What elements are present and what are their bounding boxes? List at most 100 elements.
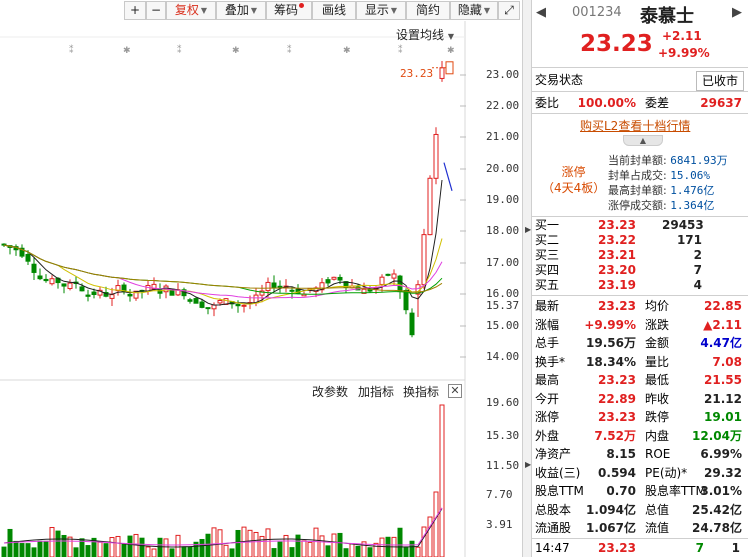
toolbar-button-label: 隐藏 (457, 3, 482, 17)
stat-label: 涨停 (535, 410, 560, 424)
stat-label: ROE (645, 447, 671, 461)
stat-value: 21.55 (704, 373, 742, 387)
indicator-menu-item-2[interactable]: 换指标 (403, 383, 439, 400)
volume-bar (433, 491, 439, 557)
volume-bar (211, 527, 217, 557)
stat-value: 0.594 (598, 465, 636, 480)
volume-bar (415, 546, 421, 557)
limit-up-box: 涨停 （4天4板） 当前封单额: 6841.93万 封单占成交: 15.06% 最高… (532, 148, 748, 216)
latest-price-tag: 23.23 (400, 67, 434, 80)
stat-row: 最高 23.23 最低 21.55 (532, 371, 748, 389)
divider (532, 91, 748, 92)
stat-label: 今开 (535, 391, 560, 406)
candle-body (31, 263, 37, 273)
candle-body (331, 276, 337, 280)
bid-price: 23.21 (598, 248, 636, 262)
top-marker: ✱ (232, 46, 240, 56)
stat-label: 最新 (535, 299, 560, 313)
bid-row[interactable]: 买五 23.19 4 (532, 279, 748, 292)
stat-value: 1.067亿 (586, 521, 636, 535)
volume-bar (187, 546, 193, 557)
toolbar-button-label: 显示 (364, 3, 389, 17)
top-marker: ✱ (123, 46, 131, 56)
price-change: +2.11 (662, 29, 702, 43)
bid-row[interactable]: 买二 23.22 171 (532, 234, 748, 247)
close-icon[interactable]: ✕ (448, 384, 462, 398)
volume-bar (325, 545, 331, 557)
bid-row[interactable]: 买一 23.23 29453 (532, 219, 748, 232)
collapse-right-icon[interactable]: ▶ (525, 225, 531, 234)
stat-label: 流值 (645, 521, 670, 535)
chart-area[interactable]: + − 复权 ▼ 叠加 ▼ 筹码 画线 显示 ▼ 简约 隐藏 ▼ ⤢ ⁑ ✱ ⁑ ✱ ⁑ ✱ ⁑ ✱ 设置均线 ▼ 23… (0, 0, 522, 557)
top-marker: ⁑ (287, 44, 292, 56)
stat-value: 23.23 (598, 373, 636, 387)
panel-splitter[interactable]: ▶ ▶ (522, 0, 532, 557)
stat-label: 最低 (645, 373, 670, 387)
volume-bar (373, 542, 379, 557)
limit-row-value: 6841.93万 (670, 154, 728, 167)
volume-bar (1, 546, 7, 557)
toolbar-button-3[interactable]: 叠加 ▼ (216, 1, 266, 20)
next-stock-icon[interactable]: ▶ (732, 5, 742, 20)
toolbar-button-1[interactable]: − (146, 1, 166, 20)
stat-label: 换手* (535, 354, 566, 369)
divider (532, 295, 748, 296)
toolbar-button-4[interactable]: 筹码 (266, 1, 312, 20)
stat-row: 总股本 1.094亿 总值 25.42亿 (532, 501, 748, 519)
volume-axis-tick: 15.30 (486, 429, 520, 442)
toolbar-button-8[interactable]: 隐藏 ▼ (450, 1, 498, 20)
stat-value: 19.56万 (586, 336, 636, 350)
stock-name: 泰慕士 (640, 6, 694, 27)
prev-stock-icon[interactable]: ◀ (536, 5, 546, 20)
stat-value: 1.094亿 (586, 502, 636, 517)
toolbar-button-0[interactable]: + (124, 1, 146, 20)
toolbar-button-2[interactable]: 复权 ▼ (166, 1, 216, 20)
stat-label: 最高 (535, 373, 560, 387)
volume-bar (73, 547, 79, 557)
indicator-menu-item-1[interactable]: 加指标 (358, 383, 394, 400)
volume-bar (223, 544, 229, 557)
volume-axis-tick: 11.50 (486, 459, 520, 472)
volume-bar (301, 540, 307, 557)
stat-row: 换手* 18.34% 量比 7.08 (532, 353, 748, 371)
indicator-menu-item-0[interactable]: 改参数 (312, 383, 348, 400)
candle-body (67, 282, 73, 290)
stat-value: 6.99% (700, 447, 742, 461)
quote-panel: ◀ 001234 泰慕士 ▶ 23.23 +2.11 +9.99% 交易状态 已… (532, 0, 748, 557)
toolbar-button-label: 筹码 (273, 3, 298, 17)
buy-l2-link[interactable]: 购买L2查看十档行情 (580, 117, 690, 134)
candle-body (439, 67, 445, 79)
bid-row[interactable]: 买三 23.21 2 (532, 249, 748, 262)
stat-label: 总股本 (535, 502, 572, 517)
candle-body (403, 290, 409, 311)
bid-row[interactable]: 买四 23.20 7 (532, 264, 748, 277)
toolbar-button-label: 画线 (321, 3, 346, 17)
chevron-down-icon: ▼ (447, 32, 454, 41)
limit-row-label: 封单占成交: (608, 169, 667, 182)
volume-bar (55, 530, 61, 557)
stat-value: 4.47亿 (700, 336, 742, 350)
volume-bar (181, 546, 187, 557)
candle-body (277, 285, 283, 288)
chart-toolbar: + − 复权 ▼ 叠加 ▼ 筹码 画线 显示 ▼ 简约 隐藏 ▼ ⤢ (0, 0, 522, 21)
toolbar-button-7[interactable]: 简约 (406, 1, 450, 20)
toolbar-button-9[interactable]: ⤢ (498, 1, 520, 20)
stat-label: 涨幅 (535, 317, 560, 332)
toolbar-button-5[interactable]: 画线 (312, 1, 356, 20)
kline-chart[interactable]: ⁑ ✱ ⁑ ✱ ⁑ ✱ ⁑ ✱ (0, 21, 522, 557)
bid-volume: 171 (676, 233, 702, 247)
stat-value: 23.23 (598, 299, 636, 313)
bid-label: 买四 (535, 263, 560, 277)
toolbar-button-6[interactable]: 显示 ▼ (356, 1, 406, 20)
candle-body (61, 283, 67, 287)
candle-body (127, 293, 133, 297)
stat-label: 均价 (645, 299, 670, 313)
ma-setting-button[interactable]: 设置均线 ▼ (396, 26, 454, 43)
candle-body (409, 312, 415, 336)
chevron-down-icon: ▼ (200, 6, 208, 15)
volume-bar (157, 537, 163, 557)
volume-bar (229, 548, 235, 557)
collapse-right-icon-2[interactable]: ▶ (525, 460, 531, 469)
trade-status-label: 交易状态 (535, 73, 584, 87)
collapse-up-icon[interactable]: ▲ (623, 135, 663, 146)
